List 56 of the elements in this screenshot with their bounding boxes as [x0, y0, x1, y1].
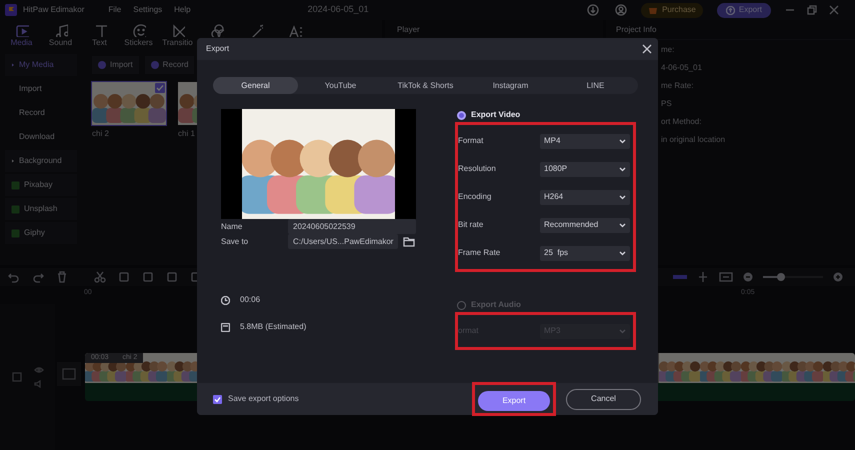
- toolbar-tab[interactable]: Transitio: [158, 23, 197, 49]
- setting-label: Encoding: [458, 191, 492, 203]
- cancel-button[interactable]: Cancel: [566, 388, 641, 410]
- info-text: PS: [661, 98, 673, 110]
- text-field[interactable]: 20240605022539: [288, 219, 416, 234]
- dialog-tab[interactable]: General: [213, 77, 298, 94]
- info-text: me Rate:: [661, 80, 694, 92]
- toolbar-tab[interactable]: Sound: [41, 23, 80, 49]
- checkbox-label: Save export options: [228, 393, 299, 405]
- sidebar-item[interactable]: Unsplash: [5, 198, 77, 220]
- sidebar-item[interactable]: Background: [5, 150, 77, 172]
- info-text: me:: [661, 44, 676, 56]
- project-title: 2024-06-05_01: [308, 3, 369, 16]
- duration-text: 00:06: [240, 294, 260, 306]
- dialog-tab[interactable]: YouTube: [298, 77, 383, 94]
- app-name: HitPaw Edimakor: [23, 4, 84, 16]
- text-field[interactable]: C:/Users/US...PawEdimakor: [288, 234, 398, 249]
- section-title: Export Video: [471, 109, 520, 121]
- menu-item[interactable]: File: [108, 4, 122, 16]
- media-button[interactable]: Import: [92, 56, 139, 74]
- sidebar-item[interactable]: Pixabay: [5, 174, 77, 196]
- toolbar-tab[interactable]: Stickers: [119, 23, 158, 49]
- dropdown[interactable]: Recommended: [540, 218, 630, 232]
- dialog-title: Export: [206, 43, 230, 55]
- dialog-tab[interactable]: LINE: [553, 77, 638, 94]
- sidebar-item[interactable]: Giphy: [5, 222, 77, 244]
- export-button[interactable]: Export: [478, 391, 550, 411]
- file-size-text: 5.8MB (Estimated): [240, 321, 306, 333]
- setting-label: Resolution: [458, 163, 497, 175]
- sidebar-item[interactable]: Record: [5, 102, 77, 124]
- dropdown[interactable]: MP4: [540, 134, 630, 148]
- toolbar-tab[interactable]: Text: [80, 23, 119, 49]
- sidebar-item[interactable]: Download: [5, 126, 77, 148]
- field-label: Name: [221, 220, 244, 232]
- toolbar-tab[interactable]: Media: [2, 23, 41, 49]
- dropdown[interactable]: 25 fps: [540, 246, 630, 260]
- setting-label: Bit rate: [458, 219, 484, 231]
- media-button[interactable]: Record: [144, 56, 194, 74]
- info-text: ort Method:: [661, 116, 702, 128]
- media-name: chi 1: [178, 128, 196, 140]
- setting-label: Format: [458, 135, 484, 147]
- info-text: 4-06-05_01: [661, 62, 703, 74]
- dropdown[interactable]: 1080P: [540, 162, 630, 176]
- dialog-tab[interactable]: TikTok & Shorts: [383, 77, 468, 94]
- field-label: Save to: [221, 236, 250, 248]
- section-title: Export Audio: [471, 299, 521, 311]
- media-name: chi 2: [92, 128, 110, 140]
- menu-item[interactable]: Help: [174, 4, 191, 16]
- sidebar-item[interactable]: Import: [5, 78, 77, 100]
- menu-item[interactable]: Settings: [133, 4, 162, 16]
- purchase-button[interactable]: Purchase: [641, 2, 703, 18]
- dropdown[interactable]: H264: [540, 190, 630, 204]
- sidebar-item[interactable]: My Media: [5, 54, 77, 76]
- dialog-tab[interactable]: Instagram: [468, 77, 553, 94]
- setting-label: Frame Rate: [458, 247, 502, 259]
- info-text: in original location: [661, 134, 726, 146]
